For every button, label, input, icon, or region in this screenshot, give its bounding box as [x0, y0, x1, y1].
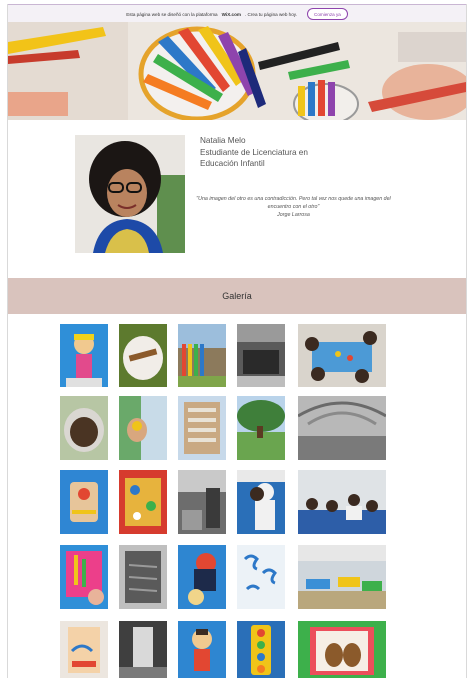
gallery-tile[interactable]	[119, 545, 167, 609]
gallery-title: Galería	[222, 291, 252, 301]
gallery-tile[interactable]	[60, 621, 108, 678]
profile-quote: "Una imagen del otro es una contradicció…	[196, 195, 391, 219]
wix-logo[interactable]: WiX.com	[222, 12, 241, 17]
gallery-tile[interactable]	[237, 545, 285, 609]
wix-ad-banner: Esta página web se diseñó con la platafo…	[8, 4, 466, 24]
profile-photo	[75, 135, 185, 253]
gallery-tile[interactable]	[60, 545, 108, 609]
profile-name: Natalia Melo	[200, 136, 246, 145]
wix-banner-text: Esta página web se diseñó con la platafo…	[126, 11, 218, 17]
gallery-tile[interactable]	[298, 396, 386, 460]
hero-crayons-illustration	[8, 22, 466, 120]
gallery-tile[interactable]	[178, 545, 226, 609]
hero-banner-image	[8, 22, 466, 120]
gallery-tile[interactable]	[178, 396, 226, 460]
gallery-tile[interactable]	[298, 324, 386, 387]
gallery-tile[interactable]	[60, 396, 108, 460]
gallery-tile[interactable]	[178, 470, 226, 534]
gallery-tile[interactable]	[237, 324, 285, 387]
gallery-tile[interactable]	[119, 396, 167, 460]
gallery-tile[interactable]	[119, 621, 167, 678]
gallery-tile[interactable]	[237, 470, 285, 534]
gallery-tile[interactable]	[178, 621, 226, 678]
gallery-grid	[8, 314, 466, 678]
wix-banner-text-2: . Crea tu página web hoy.	[244, 11, 297, 17]
profile-section: Natalia Melo Estudiante de Licenciatura …	[8, 120, 466, 279]
page-frame: Esta página web se diseñó con la platafo…	[7, 4, 467, 678]
gallery-header: Galería	[8, 278, 466, 314]
gallery-tile[interactable]	[60, 470, 108, 534]
gallery-tile[interactable]	[60, 324, 108, 387]
gallery-tile[interactable]	[119, 324, 167, 387]
gallery-tile[interactable]	[178, 324, 226, 387]
gallery-tile[interactable]	[298, 545, 386, 609]
quote-author: Jorge Larrosa	[277, 212, 310, 218]
portrait-illustration	[75, 135, 185, 253]
gallery-tile[interactable]	[237, 396, 285, 460]
gallery-tile[interactable]	[237, 621, 285, 678]
gallery-tile[interactable]	[119, 470, 167, 534]
quote-text: "Una imagen del otro es una contradicció…	[196, 196, 391, 210]
gallery-tile[interactable]	[298, 621, 386, 678]
profile-role: Estudiante de Licenciatura en Educación …	[200, 148, 308, 168]
start-now-button[interactable]: Comienza ya	[307, 8, 348, 20]
gallery-tile[interactable]	[298, 470, 386, 534]
